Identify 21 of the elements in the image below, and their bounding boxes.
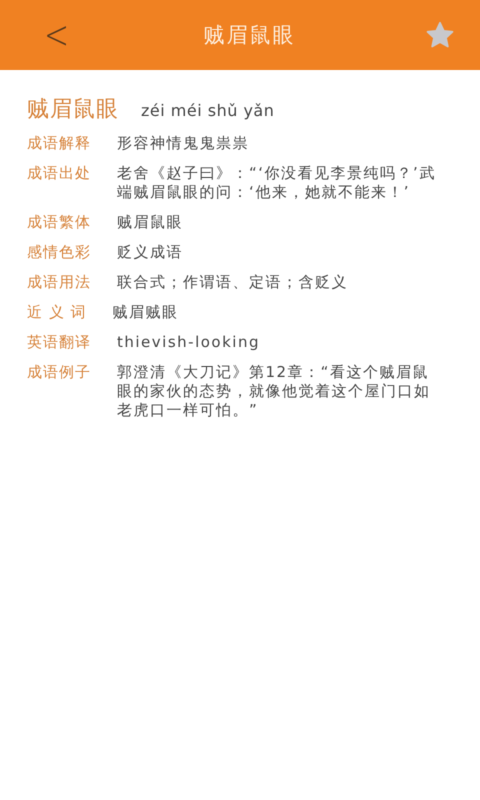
field-label: 成语用法 (27, 273, 91, 292)
star-icon (424, 21, 455, 49)
field-label: 成语解释 (27, 134, 91, 153)
field-label: 成语例子 (27, 363, 91, 383)
field-label: 英语翻译 (27, 333, 91, 352)
idiom-word: 贼眉鼠眼 (27, 96, 119, 124)
field-label: 近 义 词 (27, 303, 87, 322)
field-label: 成语出处 (27, 164, 91, 184)
field-value: 形容神情鬼鬼祟祟 (117, 134, 250, 153)
field-value: 贼眉贼眼 (112, 303, 180, 322)
field-value: 郭澄清《大刀记》第12章：“看这个贼眉鼠眼的家伙的态势，就像他觉着这个屋门口如老虎口一样可怕。” (117, 363, 432, 420)
field-value: 贼眉鼠眼 (117, 213, 184, 232)
field-label: 成语繁体 (27, 213, 91, 232)
field-value: 老舍《赵子曰》：“‘你没看见李景纯吗？’武端贼眉鼠眼的问：‘他来，她就不能来！’ (117, 164, 437, 202)
field-label: 感情色彩 (27, 243, 91, 262)
field-value: 联合式；作谓语、定语；含贬义 (117, 273, 349, 292)
page-title: 贼眉鼠眼 (204, 22, 296, 49)
field-value: thievish-looking (117, 333, 261, 352)
back-button[interactable]: < (38, 12, 76, 58)
pinyin: zéi méi shǔ yǎn (141, 101, 274, 120)
field-value: 贬义成语 (117, 243, 184, 262)
